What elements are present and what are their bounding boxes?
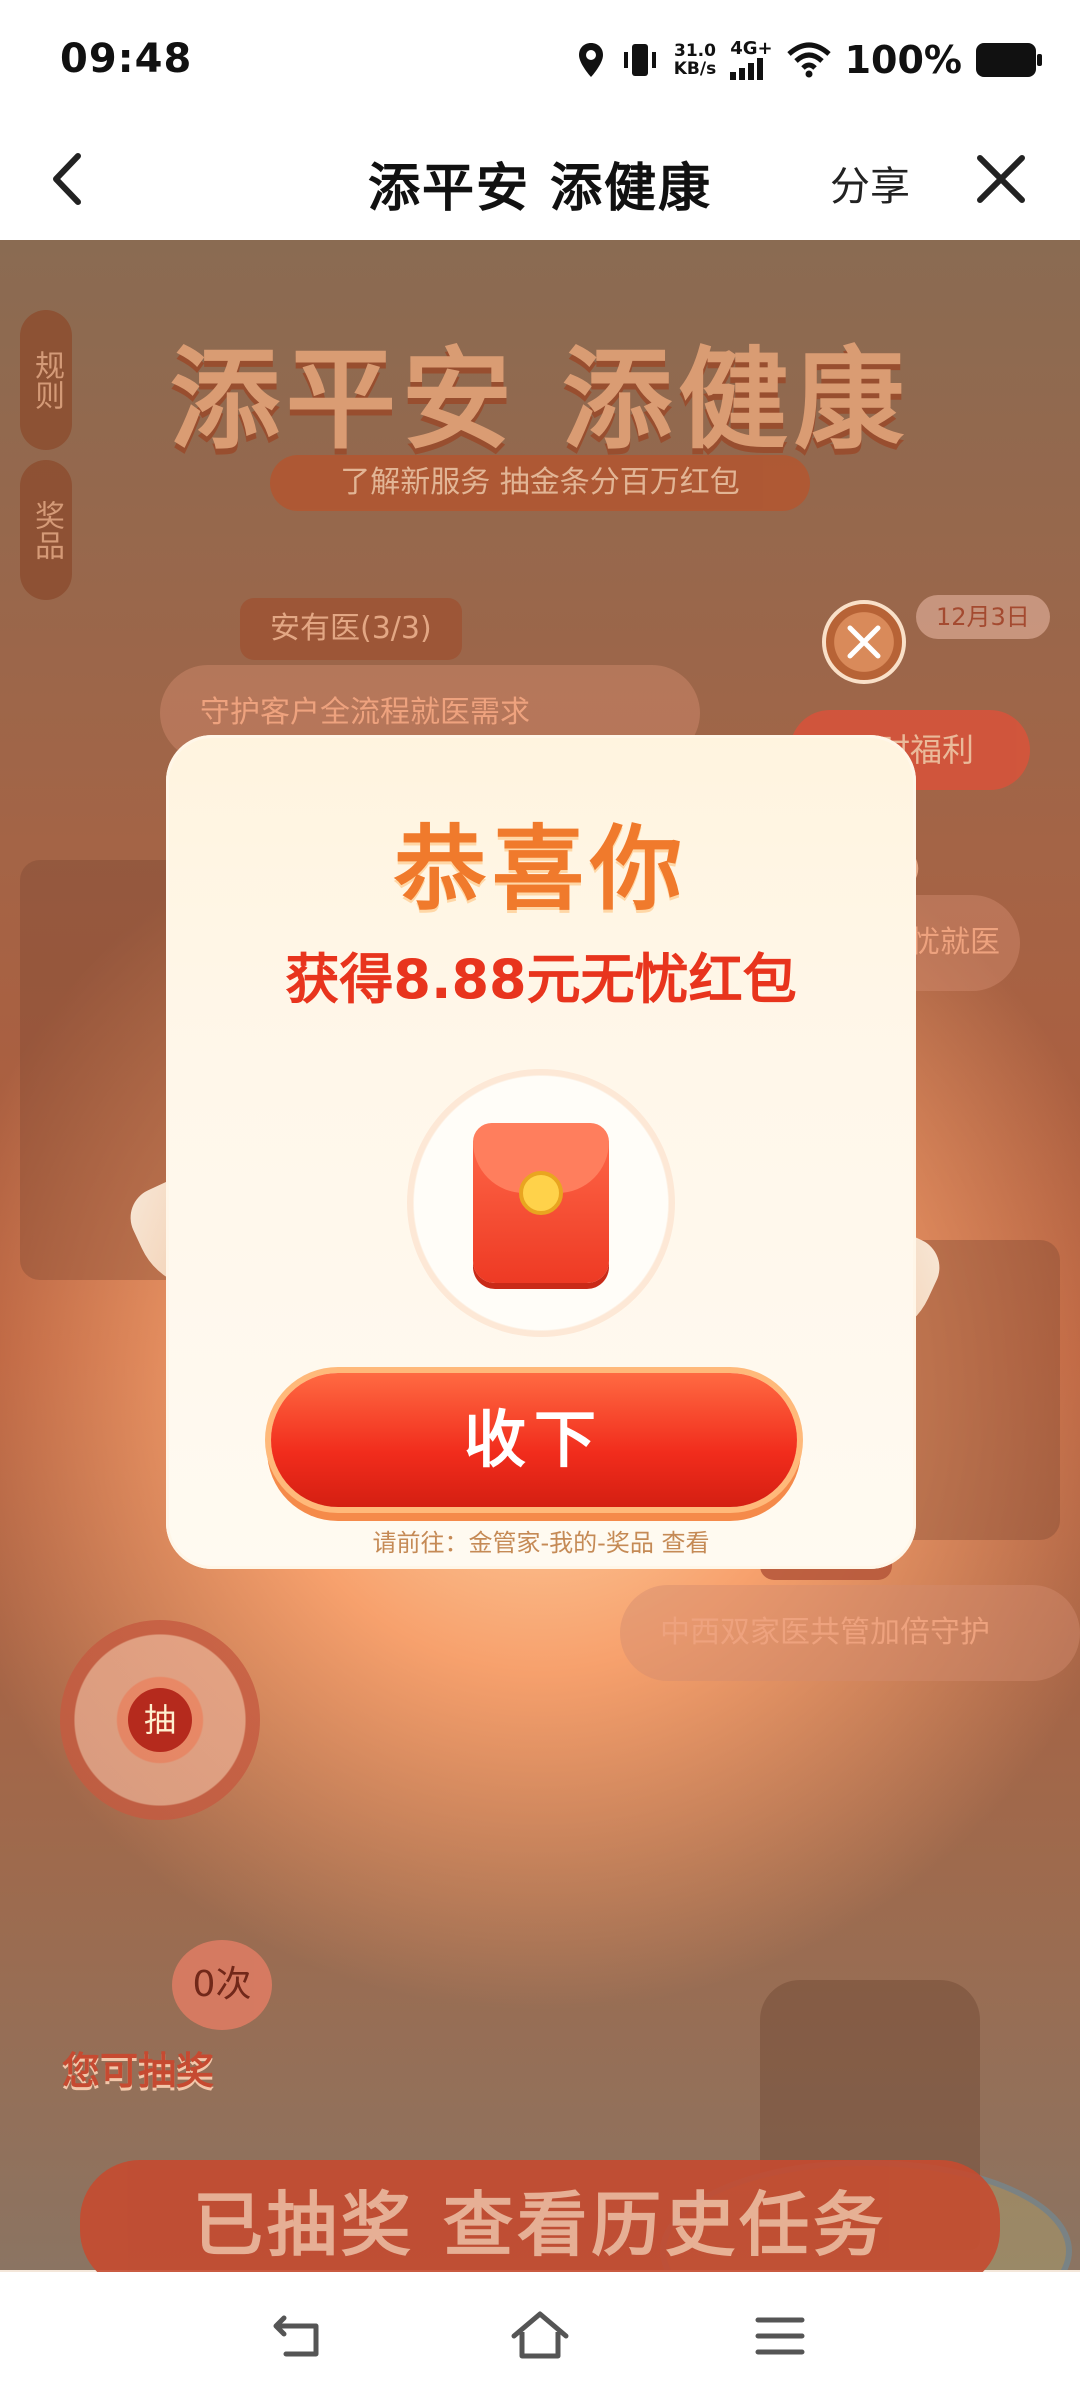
- task1-label: 安有医(3/3): [240, 598, 462, 660]
- battery-icon: [976, 43, 1042, 77]
- modal-close-button[interactable]: [822, 600, 906, 684]
- nav-bar: 添平安 添健康 分享: [0, 118, 1080, 240]
- wifi-icon: [786, 42, 831, 78]
- prize-modal: 恭喜你 获得8.88元无忧红包 收下 请前往：金管家-我的-奖品 查看: [166, 735, 916, 1569]
- prize-text: 获得8.88元无忧红包: [285, 948, 797, 1011]
- speed-unit: KB/s: [673, 59, 717, 79]
- bg-hero-title: 添平安 添健康: [169, 336, 911, 464]
- modal-hint: 请前往：金管家-我的-奖品 查看: [372, 1529, 710, 1557]
- vibrate-icon: [623, 44, 656, 76]
- network-speed: 31.0 KB/s: [674, 42, 716, 78]
- speed-value: 31.0: [673, 41, 716, 61]
- prize-badge: [413, 1075, 669, 1331]
- signal-icon: [730, 58, 764, 80]
- draw-count: 0次: [172, 1940, 272, 2030]
- bg-hero-subtitle: 了解新服务 抽金条分百万红包: [270, 455, 810, 511]
- status-bar: 09:48 31.0 KB/s 4G+ 100%: [0, 0, 1080, 118]
- draw-label: 您可抽奖: [62, 2049, 215, 2093]
- rules-tab[interactable]: 规则: [20, 310, 72, 450]
- status-icons: 31.0 KB/s 4G+ 100%: [576, 32, 1042, 88]
- modal-heading: 恭喜你: [393, 816, 688, 923]
- back-icon[interactable]: [270, 2308, 330, 2364]
- menu-icon[interactable]: [750, 2308, 810, 2364]
- date-badge: 12月3日: [916, 595, 1050, 639]
- battery-percent: 100%: [844, 38, 962, 82]
- prizes-tab[interactable]: 奖品: [20, 460, 72, 600]
- task3-desc: 中西双家医共管加倍守护: [620, 1585, 1080, 1681]
- home-icon[interactable]: [510, 2308, 570, 2364]
- accept-button[interactable]: 收下: [271, 1373, 797, 1507]
- history-button[interactable]: 已抽奖 查看历史任务: [80, 2160, 1000, 2290]
- location-icon: [578, 43, 603, 77]
- close-circle-icon: [847, 625, 881, 659]
- wheel-center[interactable]: 抽: [128, 1688, 192, 1752]
- red-envelope-icon: [473, 1123, 609, 1283]
- envelope-seal: [519, 1171, 563, 1215]
- close-icon[interactable]: [970, 148, 1032, 210]
- share-button[interactable]: 分享: [830, 154, 910, 212]
- page-title: 添平安 添健康: [367, 159, 713, 219]
- network-type: 4G+: [730, 38, 773, 59]
- system-nav-bar: [0, 2272, 1080, 2400]
- status-time: 09:48: [60, 36, 193, 82]
